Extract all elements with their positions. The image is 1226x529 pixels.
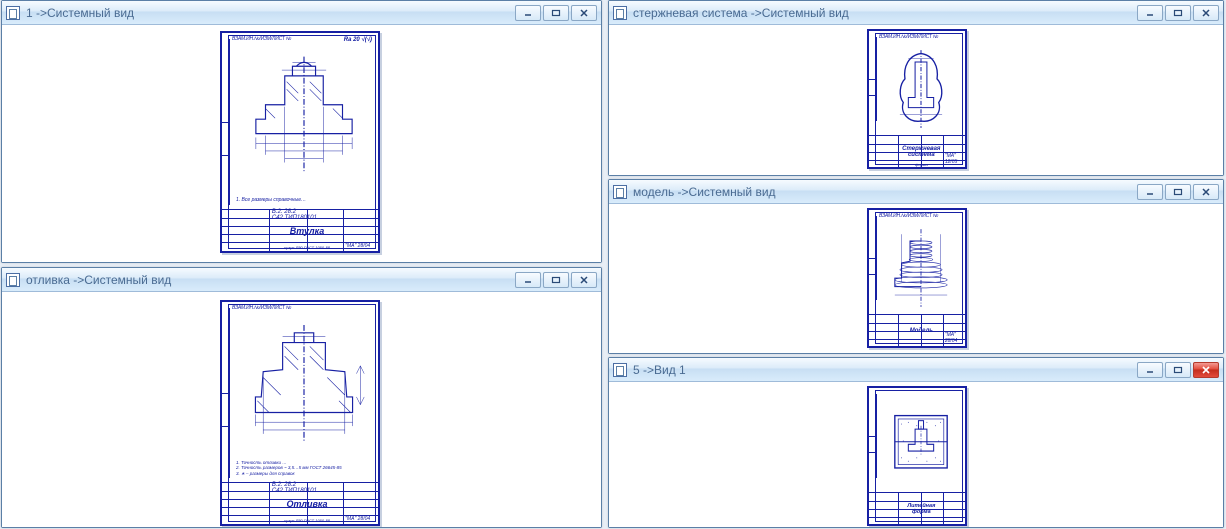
document-icon [613, 363, 627, 377]
title-block: Литейная форма [869, 492, 965, 524]
window-buttons [1137, 184, 1219, 200]
mdi-window-2[interactable]: отливка ->Системный вид ВЗАМ.ИН.№/ИЗМ/ЛИ… [1, 267, 602, 528]
title-block: Модель "МА" 28/04 [869, 314, 965, 346]
maximize-button[interactable] [1165, 5, 1191, 21]
close-button[interactable] [1193, 5, 1219, 21]
drawing [883, 45, 959, 133]
titlebar[interactable]: 5 ->Вид 1 [609, 358, 1223, 382]
stamp-title: Стержневая система [900, 142, 943, 161]
title-block: Стержневая система "МА" 12/05 форма [869, 135, 965, 167]
minimize-button[interactable] [515, 272, 541, 288]
drawing-sheet: ВЗАМ.ИН.№/ИЗМ/ЛИСТ № [867, 208, 967, 348]
topcode: ВЗАМ.ИН.№/ИЗМ/ЛИСТ № [879, 213, 938, 219]
mdi-window-3[interactable]: стержневая система ->Системный вид ВЗАМ.… [608, 0, 1224, 176]
window-buttons [1137, 5, 1219, 21]
titlebar[interactable]: стержневая система ->Системный вид [609, 1, 1223, 25]
stamp-right: "МА" 28/04 [345, 485, 376, 522]
stamp-material: чугун Л80 ГОСТ 1050-88 [272, 518, 342, 523]
drawing-sheet: ВЗАМ.ИН.№/ИЗМ/ЛИСТ № [220, 300, 380, 526]
maximize-button[interactable] [1165, 362, 1191, 378]
drawing [883, 402, 959, 490]
close-button[interactable] [571, 272, 597, 288]
topcode: ВЗАМ.ИН.№/ИЗМ/ЛИСТ № [232, 305, 291, 311]
window-buttons [515, 272, 597, 288]
drawing-sheet: ВЗАМ.ИН.№/ИЗМ/ЛИСТ № [867, 29, 967, 169]
mdi-window-5[interactable]: 5 ->Вид 1 [608, 357, 1224, 528]
minimize-button[interactable] [1137, 362, 1163, 378]
note: 1. Все размеры справочные… [236, 197, 306, 203]
drawing [236, 47, 372, 201]
stamp-material: форма [900, 162, 943, 167]
minimize-button[interactable] [1137, 184, 1163, 200]
stamp-title: Отливка [272, 493, 342, 514]
stamp-title: Втулка [272, 220, 342, 241]
window-title: 5 ->Вид 1 [633, 363, 1131, 377]
mdi-window-1[interactable]: 1 ->Системный вид ВЗАМ.ИН.№/ИЗМ/ЛИСТ № R… [1, 0, 602, 263]
stamp-code: В.2. 28.2 С42.ТИП180101 [272, 209, 342, 220]
topcode: ВЗАМ.ИН.№/ИЗМ/ЛИСТ № [879, 34, 938, 40]
stamp-right: "МА" 12/05 [945, 138, 963, 165]
close-button[interactable] [571, 5, 597, 21]
client-area[interactable]: ВЗАМ.ИН.№/ИЗМ/ЛИСТ № [609, 25, 1223, 175]
minimize-button[interactable] [1137, 5, 1163, 21]
title-block: В.2. 28.2 С42.ТИП180101 Отливка "МА" 28/… [222, 482, 378, 524]
window-buttons [1137, 362, 1219, 378]
roughness-marker: Ra 20 √(√) [344, 37, 372, 43]
close-button[interactable] [1193, 362, 1219, 378]
minimize-button[interactable] [515, 5, 541, 21]
client-area[interactable]: ВЗАМ.ИН.№/ИЗМ/ЛИСТ № [2, 292, 601, 527]
client-area[interactable]: ВЗАМ.ИН.№/ИЗМ/ЛИСТ № Ra 20 √(√) [2, 25, 601, 262]
stamp-right: "МА" 28/04 [945, 317, 963, 344]
drawing-sheet: ВЗАМ.ИН.№/ИЗМ/ЛИСТ № Ra 20 √(√) [220, 31, 380, 253]
drawing [236, 316, 372, 474]
titlebar[interactable]: модель ->Системный вид [609, 180, 1223, 204]
window-title: 1 ->Системный вид [26, 6, 509, 20]
document-icon [6, 273, 20, 287]
window-buttons [515, 5, 597, 21]
document-icon [6, 6, 20, 20]
window-title: модель ->Системный вид [633, 185, 1131, 199]
stamp-code: В.2. 28.2 С42.ТИП180101 [272, 482, 342, 493]
stamp-material: чугун Л80 ГОСТ 1050-88 [272, 245, 342, 250]
notes: 1. Точность отливки … 2. Точность размер… [236, 460, 368, 476]
stamp-title: Литейная форма [900, 499, 943, 518]
drawing [883, 224, 959, 312]
stamp-title: Модель [900, 321, 943, 340]
mdi-window-4[interactable]: модель ->Системный вид ВЗАМ.ИН.№/ИЗМ/ЛИС… [608, 179, 1224, 354]
document-icon [613, 185, 627, 199]
window-title: отливка ->Системный вид [26, 273, 509, 287]
drawing-sheet: Литейная форма [867, 386, 967, 526]
maximize-button[interactable] [543, 272, 569, 288]
titlebar[interactable]: отливка ->Системный вид [2, 268, 601, 292]
window-title: стержневая система ->Системный вид [633, 6, 1131, 20]
title-block: В.2. 28.2 С42.ТИП180101 Втулка "МА" 28/0… [222, 209, 378, 251]
client-area[interactable]: Литейная форма [609, 382, 1223, 527]
close-button[interactable] [1193, 184, 1219, 200]
stamp-right: "МА" 28/04 [345, 212, 376, 249]
maximize-button[interactable] [1165, 184, 1191, 200]
topcode: ВЗАМ.ИН.№/ИЗМ/ЛИСТ № [232, 36, 291, 42]
maximize-button[interactable] [543, 5, 569, 21]
titlebar[interactable]: 1 ->Системный вид [2, 1, 601, 25]
client-area[interactable]: ВЗАМ.ИН.№/ИЗМ/ЛИСТ № [609, 204, 1223, 353]
document-icon [613, 6, 627, 20]
